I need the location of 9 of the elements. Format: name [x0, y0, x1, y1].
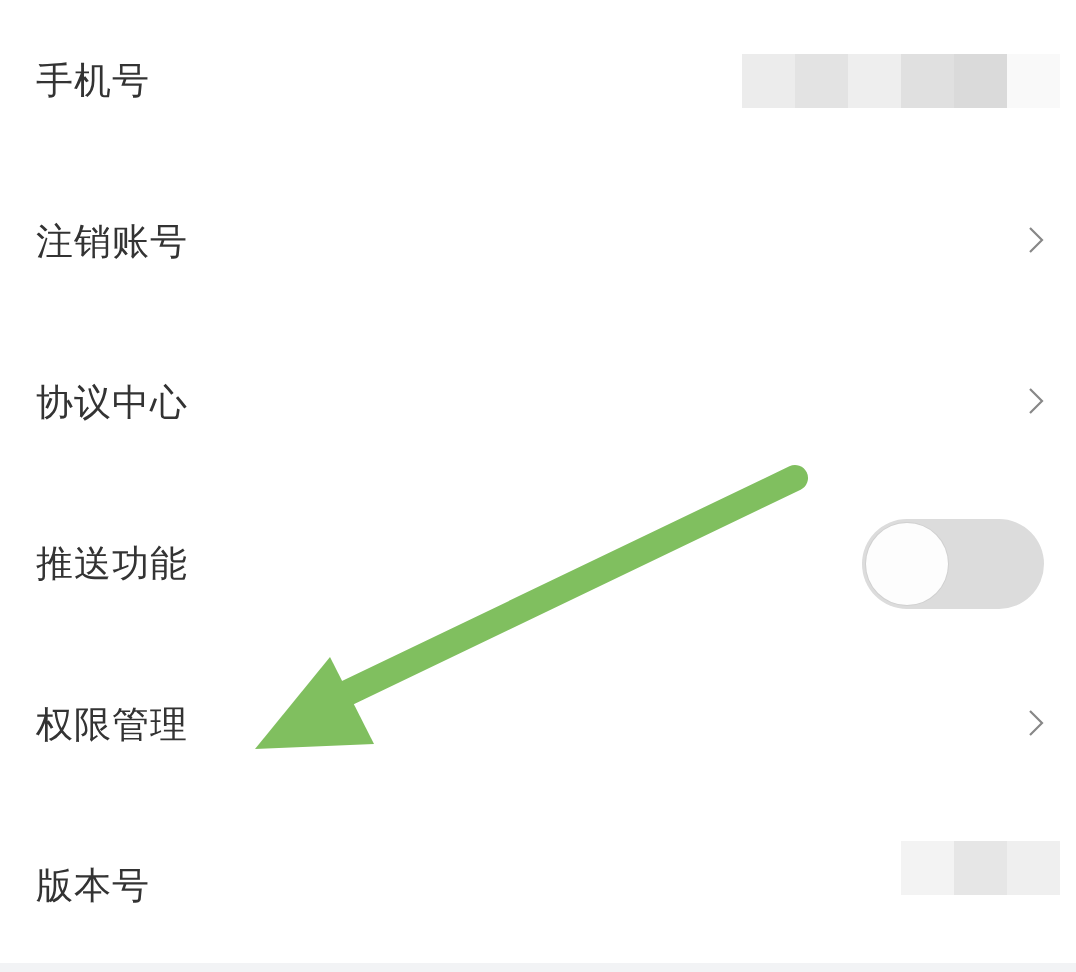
setting-label: 手机号 — [36, 57, 150, 104]
chevron-right-icon[interactable] — [1028, 225, 1044, 254]
setting-label: 注销账号 — [36, 218, 188, 265]
setting-label: 推送功能 — [36, 540, 188, 587]
chevron-right-icon[interactable] — [1028, 386, 1044, 415]
setting-label: 协议中心 — [36, 379, 188, 426]
setting-label: 权限管理 — [36, 701, 188, 748]
setting-label: 版本号 — [36, 862, 150, 909]
chevron-right-icon[interactable] — [1028, 708, 1044, 737]
